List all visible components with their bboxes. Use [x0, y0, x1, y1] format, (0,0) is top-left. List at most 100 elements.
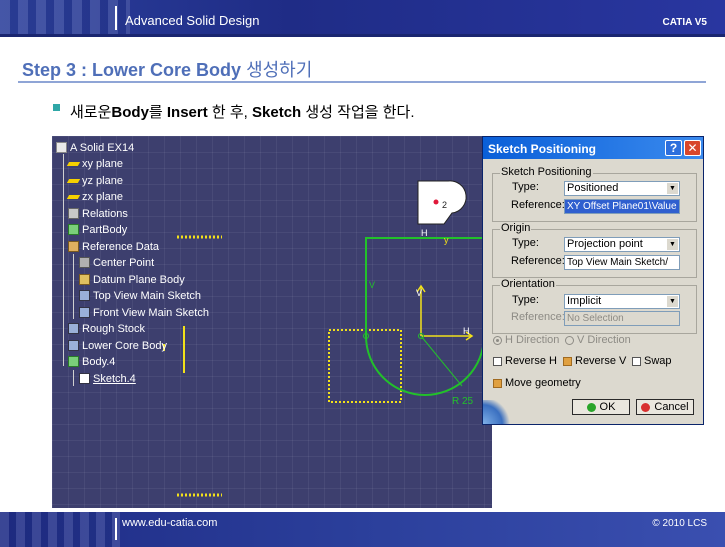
group-label: Sketch Positioning	[500, 166, 593, 178]
tree-item-label: zx plane	[82, 190, 123, 203]
cancel-button[interactable]: Cancel	[636, 399, 694, 415]
point-label: 2	[442, 200, 447, 210]
sketch-icon	[79, 307, 90, 318]
v-constraint-label: V	[369, 280, 375, 290]
tree-item-center-point[interactable]: Center Point	[79, 255, 154, 270]
tree-item-xy-plane[interactable]: xy plane	[66, 156, 123, 171]
tree-item-datum-plane-body[interactable]: Datum Plane Body	[79, 272, 185, 287]
checkbox-box	[632, 356, 641, 366]
tree-item-front-view-main-sketch[interactable]: Front View Main Sketch	[79, 305, 209, 320]
stock-outline	[328, 329, 402, 403]
tree-item-yz-plane[interactable]: yz plane	[66, 173, 123, 188]
tree-item-zx-plane[interactable]: zx plane	[66, 189, 123, 204]
checkbox-label: Reverse H	[505, 355, 557, 367]
h-axis-label: H	[463, 326, 470, 336]
positioning-type-select[interactable]: Positioned ▼	[564, 181, 680, 196]
catia-viewport[interactable]: 2 H y V V H R 25 A Solid EX14 xy plane y…	[52, 136, 492, 508]
origin-reference-field[interactable]: Top View Main Sketch/	[564, 255, 680, 270]
tree-item-label: A Solid EX14	[70, 141, 135, 154]
checkbox-label: Swap	[644, 355, 672, 367]
select-value: Implicit	[567, 295, 602, 307]
tree-item-label: Sketch.4	[93, 372, 136, 385]
footer-url[interactable]: www.edu-catia.com	[122, 517, 217, 529]
move-geometry-checkbox[interactable]: Move geometry	[493, 377, 581, 389]
dialog-title-bar[interactable]: Sketch Positioning ? ✕	[483, 137, 703, 159]
tree-item-rough-stock[interactable]: Rough Stock	[68, 321, 145, 336]
chevron-down-icon: ▼	[667, 239, 678, 250]
radio-label: H Direction	[505, 334, 560, 346]
orientation-type-select[interactable]: Implicit ▼	[564, 294, 680, 309]
checkbox-box	[493, 378, 502, 388]
ok-button[interactable]: OK	[572, 399, 630, 415]
footer-copyright: © 2010 LCS	[652, 518, 707, 529]
body-icon	[68, 340, 79, 351]
checkbox-box	[563, 356, 572, 366]
checkbox-label: Move geometry	[505, 377, 581, 389]
instruction-part: Body	[111, 104, 149, 121]
title-rule	[18, 81, 706, 83]
relations-icon	[68, 208, 79, 219]
button-label: OK	[599, 401, 616, 413]
tree-item-top-view-main-sketch[interactable]: Top View Main Sketch	[79, 288, 201, 303]
tree-item-label: xy plane	[82, 157, 123, 170]
reference-label: Reference:	[511, 311, 565, 323]
header-banner: Advanced Solid Design CATIA V5	[0, 0, 725, 34]
tree-item-sketch-4[interactable]: Sketch.4	[79, 371, 136, 386]
radio-dot-icon	[493, 335, 502, 345]
course-title: Advanced Solid Design	[125, 13, 260, 28]
header-underline	[0, 34, 725, 37]
close-button[interactable]: ✕	[684, 140, 701, 156]
instruction-part: 한 후,	[207, 104, 253, 121]
tree-item-label: Front View Main Sketch	[93, 306, 209, 319]
tree-item-body-4[interactable]: Body.4	[68, 354, 115, 369]
field-value: Top View Main Sketch/	[567, 257, 668, 268]
header-separator	[115, 6, 117, 30]
tree-item-label: Datum Plane Body	[93, 273, 185, 286]
tree-connector	[73, 254, 74, 319]
reverse-v-checkbox[interactable]: Reverse V	[563, 355, 626, 367]
body-icon	[68, 356, 79, 367]
tree-item-label: PartBody	[82, 223, 128, 236]
button-label: Cancel	[654, 401, 689, 413]
dialog-decoration	[483, 400, 513, 424]
swap-checkbox[interactable]: Swap	[632, 355, 672, 367]
radius-line	[420, 335, 463, 387]
y-axis-label: y	[444, 235, 449, 245]
sketch-positioning-dialog: Sketch Positioning ? ✕ Sketch Positionin…	[482, 136, 704, 425]
tree-item-lower-core-body[interactable]: Lower Core Body	[68, 338, 167, 353]
partbody-icon	[68, 224, 79, 235]
body-icon	[68, 323, 79, 334]
part-icon	[56, 142, 67, 153]
footer-banner: www.edu-catia.com © 2010 LCS	[0, 512, 725, 547]
brand-label: CATIA V5	[662, 17, 707, 28]
positioning-reference-field[interactable]: XY Offset Plane01\Value	[564, 199, 680, 214]
tree-item-label: Reference Data	[82, 240, 160, 253]
sketch-icon	[79, 373, 90, 384]
h-constraint-label: H	[421, 228, 428, 238]
radio-dot-icon	[565, 335, 574, 345]
h-direction-radio[interactable]: H Direction	[493, 334, 559, 346]
origin-type-select[interactable]: Projection point ▼	[564, 237, 680, 252]
tree-item-label: yz plane	[82, 174, 123, 187]
tree-item-relations[interactable]: Relations	[68, 206, 128, 221]
ok-icon	[586, 402, 596, 412]
instruction-part: 를	[148, 104, 167, 121]
select-value: Projection point	[567, 238, 643, 250]
field-value: No Selection	[567, 313, 624, 324]
v-direction-radio[interactable]: V Direction	[565, 334, 631, 346]
select-value: Positioned	[567, 182, 619, 194]
group-label: Origin	[500, 222, 532, 234]
reverse-h-checkbox[interactable]: Reverse H	[493, 355, 557, 367]
help-button[interactable]: ?	[665, 140, 682, 156]
tree-item-partbody[interactable]: PartBody	[68, 222, 127, 237]
tree-item-label: Body.4	[82, 355, 116, 368]
tree-item-reference-data[interactable]: Reference Data	[68, 239, 159, 254]
tree-item-a-solid-ex14[interactable]: A Solid EX14	[56, 140, 134, 155]
checkbox-box	[493, 356, 502, 366]
instruction-part: 생성 작업을 한다.	[301, 104, 415, 121]
tree-item-label: Lower Core Body	[82, 339, 167, 352]
bullet-square-icon	[53, 104, 60, 111]
chevron-down-icon: ▼	[667, 296, 678, 307]
instruction-part: 새로운	[70, 104, 112, 121]
instruction-part: Sketch	[252, 104, 302, 121]
